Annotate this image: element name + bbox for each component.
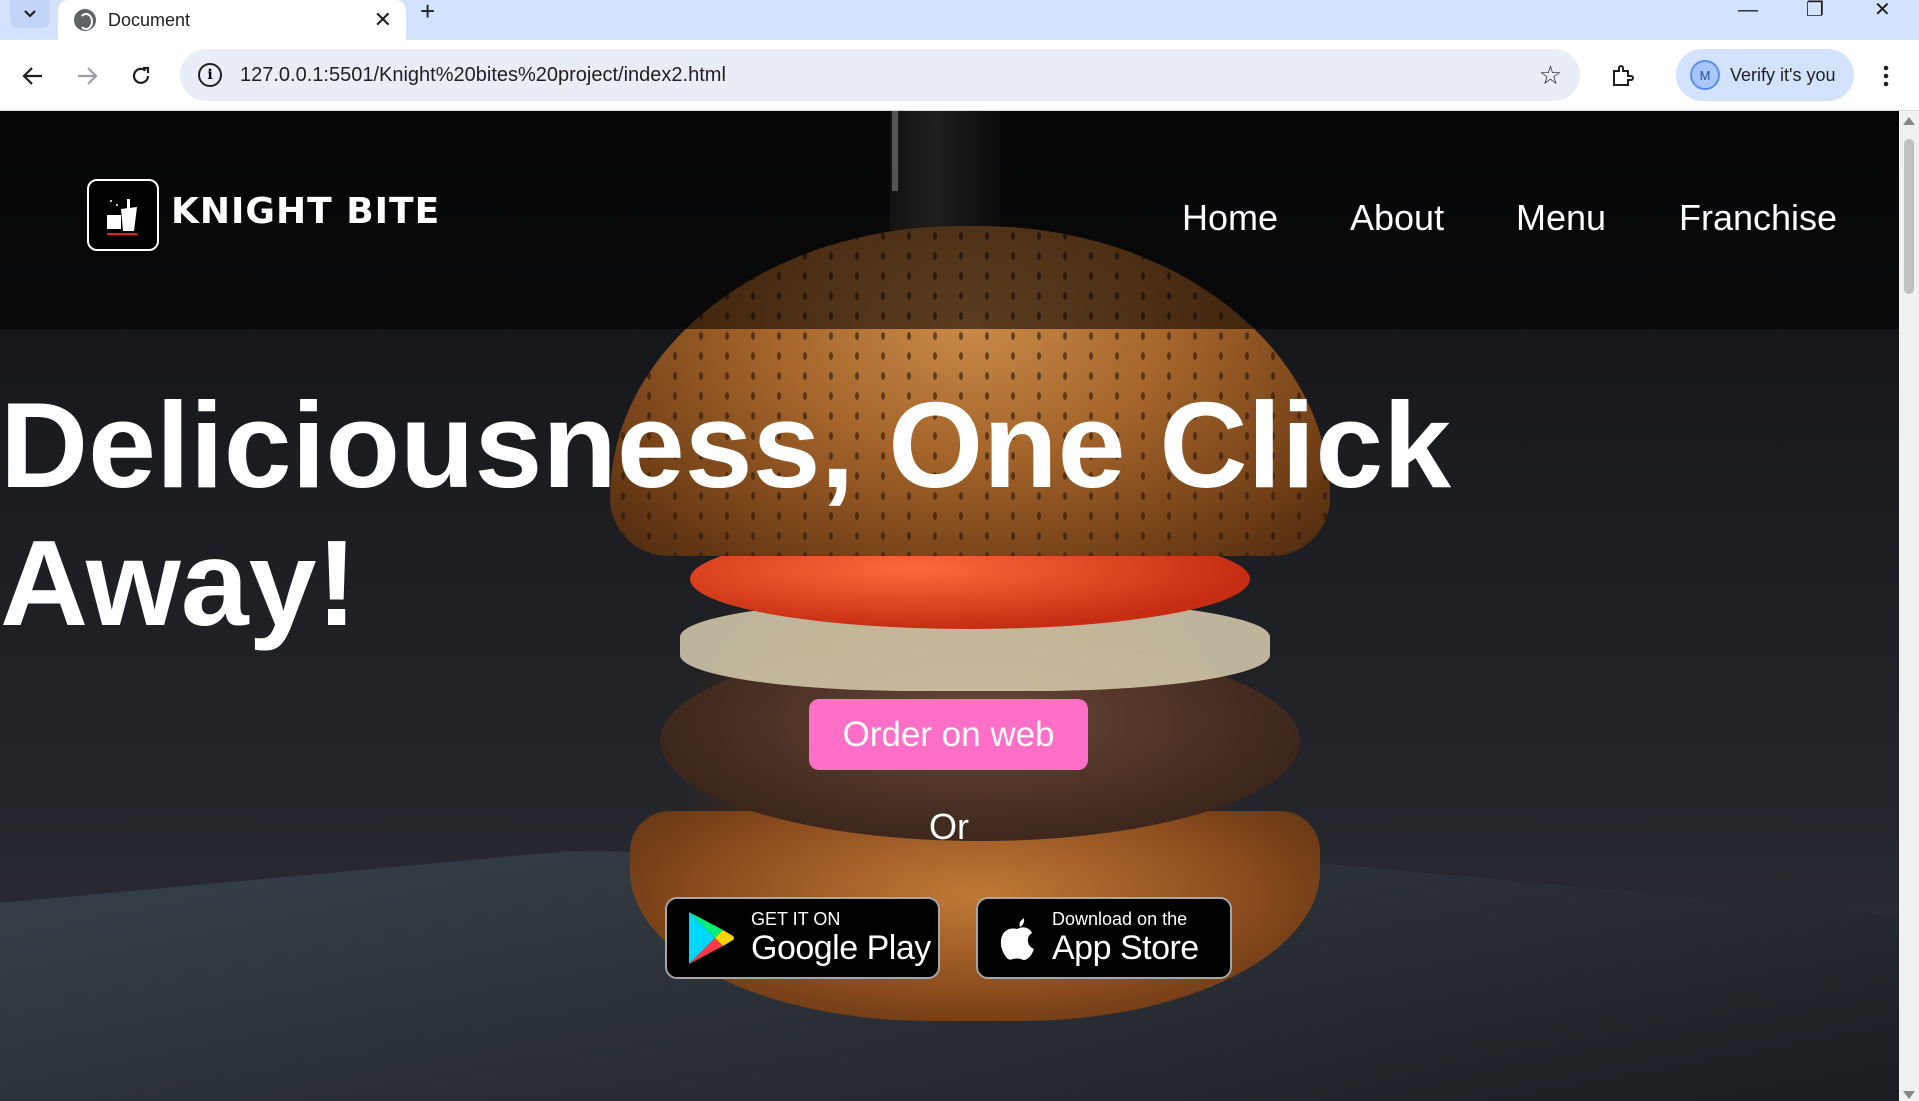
browser-tab-bar: Document ✕ + — ❐ ✕ (0, 0, 1919, 40)
tab-search-chevron-icon[interactable] (10, 0, 50, 28)
new-tab-button[interactable]: + (420, 0, 435, 24)
browser-toolbar: i 127.0.0.1:5501/Knight%20bites%20projec… (0, 40, 1919, 111)
google-play-badge[interactable]: GET IT ON Google Play (665, 897, 940, 979)
restore-icon[interactable]: ❐ (1806, 0, 1824, 24)
profile-verify-chip[interactable]: M Verify it's you (1676, 49, 1854, 101)
google-play-small-text: GET IT ON (751, 909, 841, 929)
scroll-thumb[interactable] (1904, 139, 1914, 294)
forward-arrow-icon[interactable] (71, 60, 103, 92)
scroll-up-arrow-icon[interactable] (1903, 117, 1915, 125)
brand-name[interactable]: KNIGHT BITE (171, 191, 440, 232)
app-store-badge[interactable]: Download on the App Store (976, 897, 1232, 979)
nav-menu[interactable]: Menu (1516, 197, 1606, 239)
reload-icon[interactable] (125, 60, 157, 92)
nav-franchise[interactable]: Franchise (1679, 197, 1837, 239)
url-text[interactable]: 127.0.0.1:5501/Knight%20bites%20project/… (240, 64, 1539, 87)
address-bar[interactable]: i 127.0.0.1:5501/Knight%20bites%20projec… (180, 49, 1580, 101)
browser-menu-kebab-icon[interactable] (1870, 60, 1902, 92)
site-info-icon[interactable]: i (198, 63, 222, 87)
or-separator: Or (929, 806, 969, 847)
hero-headline: Deliciousness, One Click Away! (0, 377, 1452, 651)
minimize-icon[interactable]: — (1738, 0, 1758, 24)
back-arrow-icon[interactable] (17, 60, 49, 92)
page-scrollbar[interactable] (1899, 111, 1919, 1101)
app-store-big-text: App Store (1052, 929, 1199, 967)
app-store-small-text: Download on the (1052, 909, 1188, 929)
verify-label: Verify it's you (1730, 64, 1836, 85)
tab-close-icon[interactable]: ✕ (374, 9, 392, 31)
bookmark-star-icon[interactable]: ☆ (1539, 60, 1562, 91)
window-close-icon[interactable]: ✕ (1874, 0, 1891, 24)
extensions-puzzle-icon[interactable] (1606, 60, 1638, 92)
brand-logo-icon[interactable] (87, 179, 159, 251)
nav-home[interactable]: Home (1182, 197, 1278, 239)
scroll-down-arrow-icon[interactable] (1903, 1091, 1915, 1099)
google-play-icon (689, 912, 734, 964)
globe-icon (74, 9, 96, 31)
tab-title: Document (108, 9, 191, 30)
apple-logo-icon (1000, 918, 1034, 960)
page-viewport: KNIGHT BITE Home About Menu Franchise De… (0, 111, 1899, 1101)
nav-about[interactable]: About (1350, 197, 1444, 239)
browser-tab[interactable]: Document ✕ (58, 0, 406, 40)
profile-avatar: M (1690, 60, 1720, 90)
google-play-big-text: Google Play (751, 929, 931, 967)
order-on-web-button[interactable]: Order on web (809, 699, 1088, 770)
